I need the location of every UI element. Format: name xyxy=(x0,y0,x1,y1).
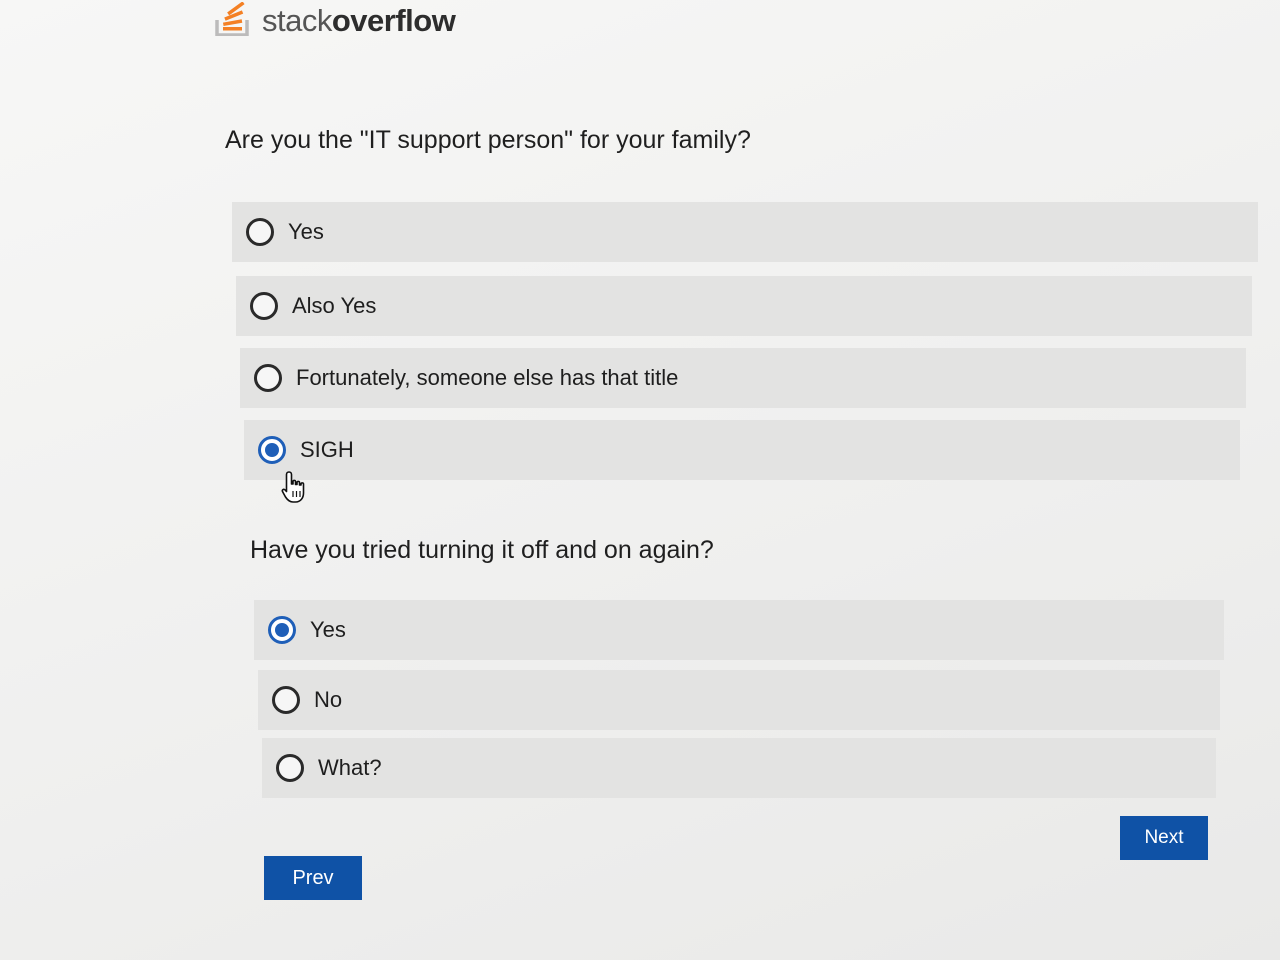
logo-word-stack: stack xyxy=(262,3,332,38)
q2-option-what-label: What? xyxy=(318,755,382,780)
q1-option-fortunately-radio[interactable] xyxy=(254,364,282,392)
q2-option-what-radio[interactable] xyxy=(276,754,304,782)
hand-pointer-icon xyxy=(281,471,305,503)
question-2-text: Have you tried turning it off and on aga… xyxy=(250,536,714,564)
next-button[interactable]: Next xyxy=(1120,816,1208,860)
q1-option-sigh[interactable]: SIGH xyxy=(244,420,1240,480)
q1-option-fortunately[interactable]: Fortunately, someone else has that title xyxy=(240,348,1246,408)
q1-option-sigh-label: SIGH xyxy=(300,437,354,462)
q2-option-what[interactable]: What? xyxy=(262,738,1216,798)
q1-option-yes[interactable]: Yes xyxy=(232,202,1258,262)
q1-option-also-yes-radio[interactable] xyxy=(250,292,278,320)
q1-option-yes-label: Yes xyxy=(288,219,324,244)
logo-word-overflow: overflow xyxy=(331,3,456,38)
q2-option-no-label: No xyxy=(314,687,343,712)
q1-option-fortunately-label: Fortunately, someone else has that title xyxy=(296,365,679,390)
stack-overflow-logo-icon xyxy=(215,2,249,36)
q1-option-also-yes-label: Also Yes xyxy=(292,293,377,318)
q1-option-yes-radio[interactable] xyxy=(246,218,274,246)
prev-button[interactable]: Prev xyxy=(264,856,362,900)
q2-option-yes-label: Yes xyxy=(310,617,346,642)
q2-option-no-radio[interactable] xyxy=(272,686,300,714)
q2-option-yes[interactable]: Yes xyxy=(254,600,1224,660)
q1-option-also-yes[interactable]: Also Yes xyxy=(236,276,1252,336)
q2-option-no[interactable]: No xyxy=(258,670,1220,730)
q1-option-sigh-radio[interactable] xyxy=(258,436,286,464)
survey-page: stack overflow Are you the "IT support pe… xyxy=(0,0,1280,960)
q2-option-yes-radio[interactable] xyxy=(268,616,296,644)
question-1-text: Are you the "IT support person" for your… xyxy=(225,126,751,154)
stack-overflow-logo[interactable]: stack overflow xyxy=(214,0,456,38)
